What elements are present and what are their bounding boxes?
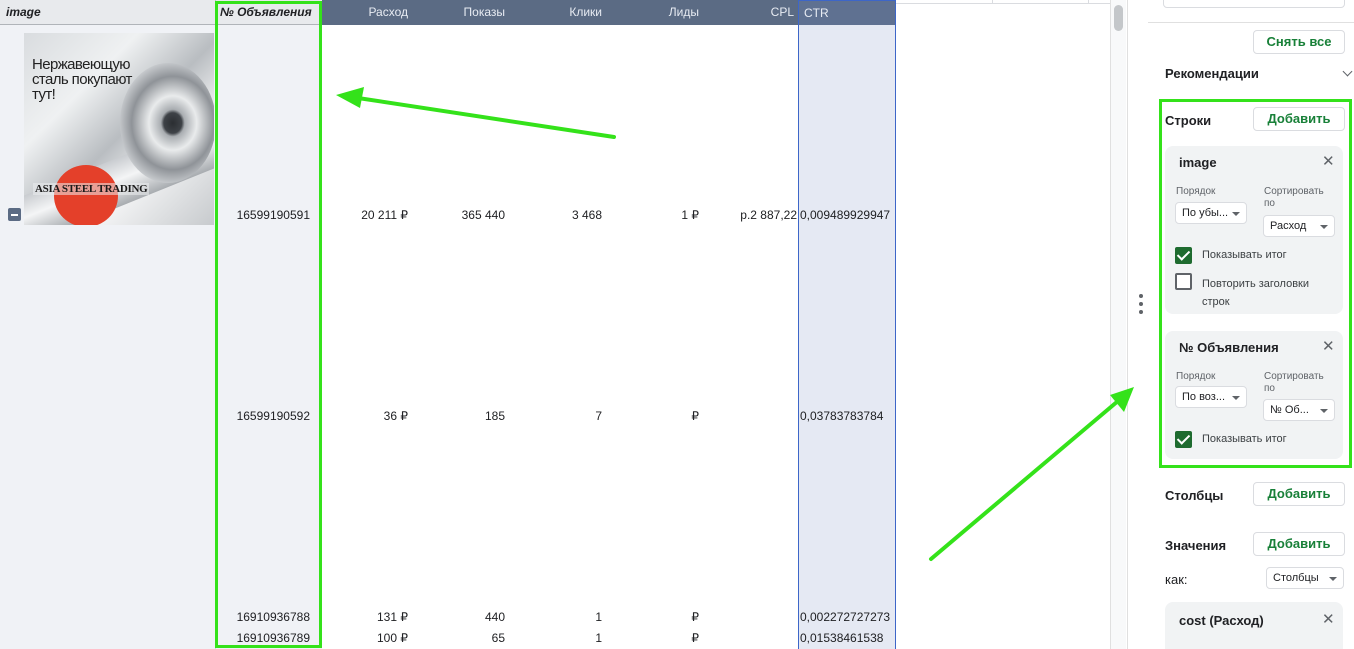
dropdown-caret-icon [1232, 212, 1240, 216]
sort-by-select[interactable]: № Об... [1263, 399, 1335, 421]
pivot-table-sheet[interactable]: image № Объявления Расход Показы Клики Л… [0, 0, 1110, 649]
cell-clicks[interactable]: 1 [509, 609, 602, 625]
cell-cost[interactable]: 20 211 ₽ [322, 207, 408, 223]
recommendations-label[interactable]: Рекомендации [1165, 66, 1259, 81]
dropdown-caret-icon [1232, 396, 1240, 400]
empty-header-area [896, 0, 1110, 4]
values-section-label: Значения [1165, 538, 1227, 553]
dropdown-caret-icon [1320, 409, 1328, 413]
cell-cpl[interactable]: р.2 887,22 [703, 207, 797, 223]
cell-cpl[interactable] [703, 630, 797, 646]
cell-cost[interactable]: 100 ₽ [322, 630, 408, 646]
add-row-button[interactable]: Добавить [1253, 107, 1345, 131]
clear-all-button[interactable]: Снять все [1253, 30, 1345, 54]
header-ad-number[interactable]: № Объявления [216, 0, 322, 25]
ctr-column-selection[interactable] [798, 25, 896, 649]
add-column-button[interactable]: Добавить [1253, 482, 1345, 506]
sort-by-select-value: Расход [1270, 220, 1307, 232]
value-card-title: cost (Расход) [1179, 613, 1264, 628]
cell-clicks[interactable]: 1 [509, 630, 602, 646]
close-icon[interactable]: ✕ [1322, 154, 1335, 169]
values-as-select[interactable]: Столбцы [1266, 567, 1344, 589]
close-icon[interactable]: ✕ [1322, 339, 1335, 354]
cell-leads[interactable]: ₽ [606, 408, 699, 424]
header-impressions[interactable]: Показы [412, 0, 509, 25]
rows-section-label: Строки [1165, 113, 1212, 128]
header-cost[interactable]: Расход [322, 0, 412, 25]
ad-logo-text: ASIA STEEL TRADING [33, 183, 150, 195]
header-leads[interactable]: Лиды [606, 0, 703, 25]
show-total-checkbox[interactable] [1175, 431, 1192, 448]
header-clicks[interactable]: Клики [509, 0, 606, 25]
header-ctr[interactable]: CTR [798, 0, 896, 25]
cell-ad-number[interactable]: 16599190591 [218, 207, 310, 223]
cell-impressions[interactable]: 185 [412, 408, 505, 424]
dropdown-caret-icon [1320, 225, 1328, 229]
sort-by-select-value: № Об... [1270, 404, 1309, 416]
cell-cost[interactable]: 36 ₽ [322, 408, 408, 424]
cell-ctr[interactable]: 0,01538461538 [800, 630, 895, 646]
cell-impressions[interactable]: 440 [412, 609, 505, 625]
spreadsheet-window: image № Объявления Расход Показы Клики Л… [0, 0, 1354, 649]
values-as-select-value: Столбцы [1273, 572, 1319, 584]
cell-clicks[interactable]: 3 468 [509, 207, 602, 223]
order-select-value: По убы... [1182, 207, 1229, 219]
add-value-button[interactable]: Добавить [1253, 532, 1345, 556]
cell-clicks[interactable]: 7 [509, 408, 602, 424]
values-as-label: как: [1165, 572, 1188, 587]
cell-ctr[interactable]: 0,03783783784 [800, 408, 895, 424]
show-total-checkbox[interactable] [1175, 247, 1192, 264]
cell-leads[interactable]: 1 ₽ [606, 207, 699, 223]
order-select[interactable]: По убы... [1175, 202, 1247, 224]
cell-cpl[interactable] [703, 609, 797, 625]
cell-ad-number[interactable]: 16910936789 [218, 630, 310, 646]
cell-cpl[interactable] [703, 408, 797, 424]
cell-ad-number[interactable]: 16910936788 [218, 609, 310, 625]
grid-line [992, 0, 993, 4]
cell-impressions[interactable]: 365 440 [412, 207, 505, 223]
order-label: Порядок [1176, 186, 1216, 197]
grid-line [1088, 0, 1089, 4]
repeat-headers-label: Повторить заголовки строк [1202, 275, 1332, 311]
show-total-label: Показывать итог [1202, 433, 1287, 445]
sort-by-select[interactable]: Расход [1263, 215, 1335, 237]
ad-image-text: Нержавеющую сталь покупают тут! [32, 56, 132, 103]
order-label: Порядок [1176, 371, 1216, 382]
row-group-title: image [1179, 155, 1217, 170]
scrollbar-thumb[interactable] [1114, 5, 1123, 31]
cell-leads[interactable]: ₽ [606, 630, 699, 646]
cell-leads[interactable]: ₽ [606, 609, 699, 625]
cell-cost[interactable]: 131 ₽ [322, 609, 408, 625]
panel-divider [1148, 22, 1354, 23]
cell-ad-number[interactable]: 16599190592 [218, 408, 310, 424]
cell-impressions[interactable]: 65 [412, 630, 505, 646]
order-select-value: По воз... [1182, 391, 1226, 403]
panel-resize-handle-icon[interactable] [1139, 294, 1143, 316]
sort-by-label: Сортировать по [1264, 371, 1324, 394]
row-group-title: № Объявления [1179, 340, 1279, 355]
data-range-field[interactable] [1163, 0, 1345, 8]
ad-number-column-background [216, 25, 322, 649]
columns-section-label: Столбцы [1165, 488, 1224, 503]
vertical-scrollbar[interactable] [1110, 0, 1126, 649]
ad-creative-image[interactable]: Нержавеющую сталь покупают тут! ASIA STE… [24, 33, 214, 225]
logo-circle [54, 165, 118, 225]
order-select[interactable]: По воз... [1175, 386, 1247, 408]
sort-by-label: Сортировать по [1264, 186, 1324, 209]
header-image[interactable]: image [0, 0, 216, 25]
repeat-headers-checkbox[interactable] [1175, 273, 1192, 290]
header-cpl[interactable]: CPL [703, 0, 798, 25]
cell-ctr[interactable]: 0,009489929947 [800, 207, 895, 223]
dropdown-caret-icon [1329, 577, 1337, 581]
cell-ctr[interactable]: 0,002272727273 [800, 609, 895, 625]
collapse-group-icon[interactable] [8, 208, 21, 221]
close-icon[interactable]: ✕ [1322, 612, 1335, 627]
repeat-headers-text: Повторить заголовки строк [1202, 278, 1310, 308]
show-total-label: Показывать итог [1202, 249, 1287, 261]
